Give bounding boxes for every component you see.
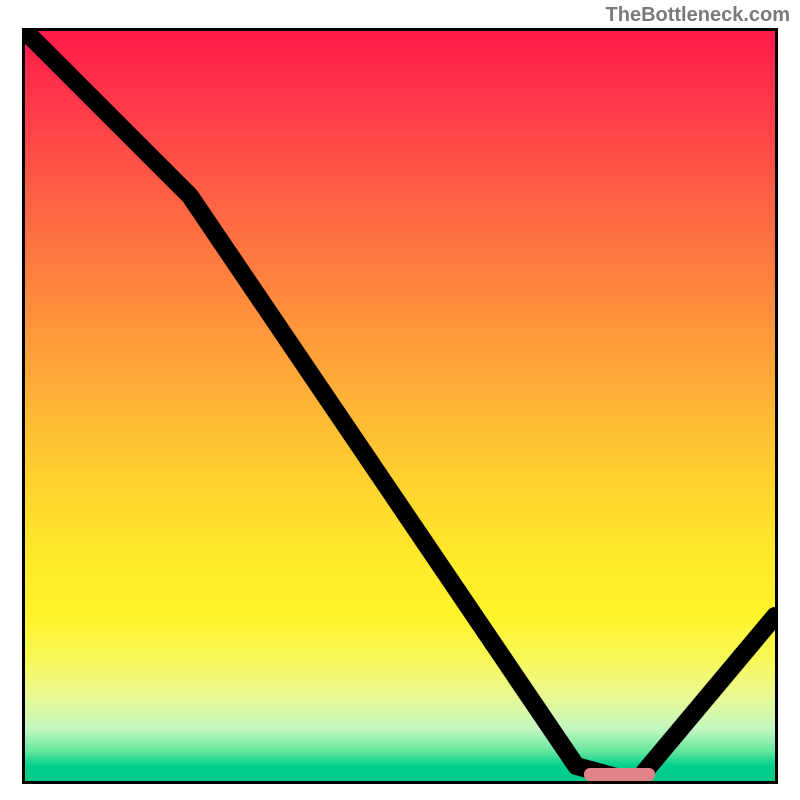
watermark-text: TheBottleneck.com <box>606 4 790 27</box>
bottleneck-curve-path <box>25 31 775 777</box>
bottleneck-curve <box>25 31 775 781</box>
chart-frame <box>22 28 778 784</box>
optimal-zone-marker <box>584 768 655 781</box>
